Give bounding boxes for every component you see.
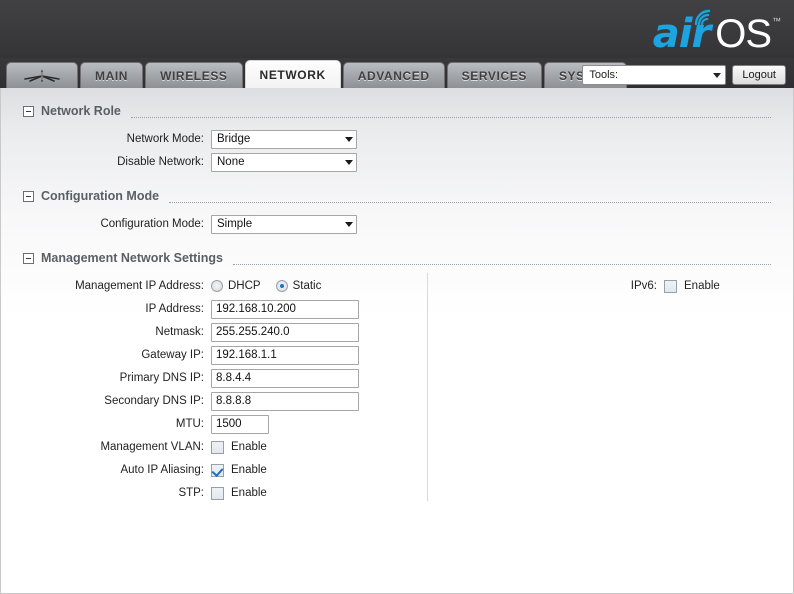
radio-dhcp-label: DHCP (228, 280, 261, 292)
chevron-down-icon (345, 137, 353, 142)
tab-advanced-label: ADVANCED (358, 69, 430, 83)
tab-wireless[interactable]: WIRELESS (145, 62, 242, 88)
section-divider (233, 264, 771, 265)
mtu-label: MTU: (23, 418, 211, 430)
tab-network-label: NETWORK (260, 68, 326, 82)
ipv6-checkbox[interactable] (664, 280, 677, 293)
configuration-mode-label: Configuration Mode: (23, 218, 211, 230)
stp-checkbox[interactable] (211, 487, 224, 500)
netmask-label: Netmask: (23, 326, 211, 338)
chevron-down-icon (713, 73, 721, 78)
row-primary-dns: Primary DNS IP: (23, 367, 427, 389)
row-ipv6: IPv6: Enable (432, 275, 771, 297)
management-ip-label: Management IP Address: (23, 280, 211, 292)
auto-ip-aliasing-enable-label: Enable (231, 464, 267, 476)
mtu-input[interactable] (211, 415, 269, 434)
tools-dropdown-value: Tools: (589, 69, 618, 81)
collapse-minus-icon[interactable] (23, 191, 34, 202)
section-network-role-body: Network Mode: Bridge Disable Network: No… (23, 120, 771, 173)
auto-ip-aliasing-label: Auto IP Aliasing: (23, 464, 211, 476)
section-configuration-mode-title: Configuration Mode (41, 189, 159, 203)
collapse-minus-icon[interactable] (23, 253, 34, 264)
configuration-mode-value: Simple (217, 218, 252, 230)
secondary-dns-input[interactable] (211, 392, 359, 411)
gateway-ip-input[interactable] (211, 346, 359, 365)
stp-label: STP: (23, 487, 211, 499)
chevron-down-icon (345, 160, 353, 165)
netmask-input[interactable] (211, 323, 359, 342)
section-network-role-header: Network Role (23, 88, 771, 118)
airos-network-page: air OS ™ MAIN WIRELESS NETWORK (0, 0, 794, 594)
logo-air-text: air (653, 14, 710, 54)
tab-main-label: MAIN (95, 69, 128, 83)
primary-dns-label: Primary DNS IP: (23, 372, 211, 384)
tab-main[interactable]: MAIN (80, 62, 143, 88)
ipv6-label: IPv6: (432, 280, 664, 292)
ip-address-label: IP Address: (23, 303, 211, 315)
row-gateway-ip: Gateway IP: (23, 344, 427, 366)
tools-dropdown[interactable]: Tools: (582, 65, 726, 85)
section-configuration-mode-body: Configuration Mode: Simple (23, 205, 771, 235)
auto-ip-aliasing-checkbox[interactable] (211, 464, 224, 477)
section-management-network-header: Management Network Settings (23, 235, 771, 265)
row-configuration-mode: Configuration Mode: Simple (23, 213, 771, 235)
row-auto-ip-aliasing: Auto IP Aliasing: Enable (23, 459, 427, 481)
row-management-ip-address: Management IP Address: DHCP Static (23, 275, 427, 297)
collapse-minus-icon[interactable] (23, 106, 34, 117)
network-mode-select[interactable]: Bridge (211, 130, 357, 149)
radio-static[interactable] (276, 280, 288, 292)
logout-button[interactable]: Logout (732, 65, 786, 85)
tab-home[interactable] (6, 62, 78, 88)
configuration-mode-select[interactable]: Simple (211, 215, 357, 234)
disable-network-select[interactable]: None (211, 153, 357, 172)
tab-advanced[interactable]: ADVANCED (343, 62, 445, 88)
row-stp: STP: Enable (23, 482, 427, 504)
toolbar-right: Tools: Logout (582, 65, 786, 85)
tab-network[interactable]: NETWORK (245, 60, 341, 88)
main-tabbar: MAIN WIRELESS NETWORK ADVANCED SERVICES … (0, 58, 794, 88)
ipv6-enable-label: Enable (684, 280, 720, 292)
network-mode-label: Network Mode: (23, 133, 211, 145)
ip-address-input[interactable] (211, 300, 359, 319)
network-mode-value: Bridge (217, 133, 250, 145)
section-configuration-mode-header: Configuration Mode (23, 173, 771, 203)
gateway-ip-label: Gateway IP: (23, 349, 211, 361)
stp-enable-label: Enable (231, 487, 267, 499)
row-secondary-dns: Secondary DNS IP: (23, 390, 427, 412)
row-network-mode: Network Mode: Bridge (23, 128, 771, 150)
management-network-body: Management IP Address: DHCP Static IP Ad… (23, 267, 771, 504)
ubiquiti-logo-icon (19, 68, 65, 84)
row-netmask: Netmask: (23, 321, 427, 343)
radio-dhcp[interactable] (211, 280, 223, 292)
section-management-network-title: Management Network Settings (41, 251, 223, 265)
page-content: UBNT.SU Network Role Network Mode: Bridg… (0, 88, 794, 594)
row-management-vlan: Management VLAN: Enable (23, 436, 427, 458)
row-disable-network: Disable Network: None (23, 151, 771, 173)
management-vlan-label: Management VLAN: (23, 441, 211, 453)
primary-dns-input[interactable] (211, 369, 359, 388)
disable-network-label: Disable Network: (23, 156, 211, 168)
management-network-left-column: Management IP Address: DHCP Static IP Ad… (23, 267, 427, 504)
row-ip-address: IP Address: (23, 298, 427, 320)
tab-services-label: SERVICES (462, 69, 527, 83)
disable-network-value: None (217, 156, 245, 168)
section-divider (169, 202, 771, 203)
airos-logo: air OS ™ (653, 4, 780, 52)
radio-static-label: Static (293, 280, 322, 292)
tab-services[interactable]: SERVICES (447, 62, 542, 88)
management-vlan-enable-label: Enable (231, 441, 267, 453)
tab-wireless-label: WIRELESS (160, 69, 227, 83)
chevron-down-icon (345, 222, 353, 227)
logo-os-text: OS (715, 14, 771, 54)
row-mtu: MTU: (23, 413, 427, 435)
section-network-role-title: Network Role (41, 104, 121, 118)
management-network-right-column: IPv6: Enable (428, 267, 771, 504)
page-header: air OS ™ (0, 0, 794, 58)
logo-trademark: ™ (772, 17, 781, 26)
secondary-dns-label: Secondary DNS IP: (23, 395, 211, 407)
section-divider (131, 117, 771, 118)
logout-button-label: Logout (742, 69, 776, 81)
management-vlan-checkbox[interactable] (211, 441, 224, 454)
